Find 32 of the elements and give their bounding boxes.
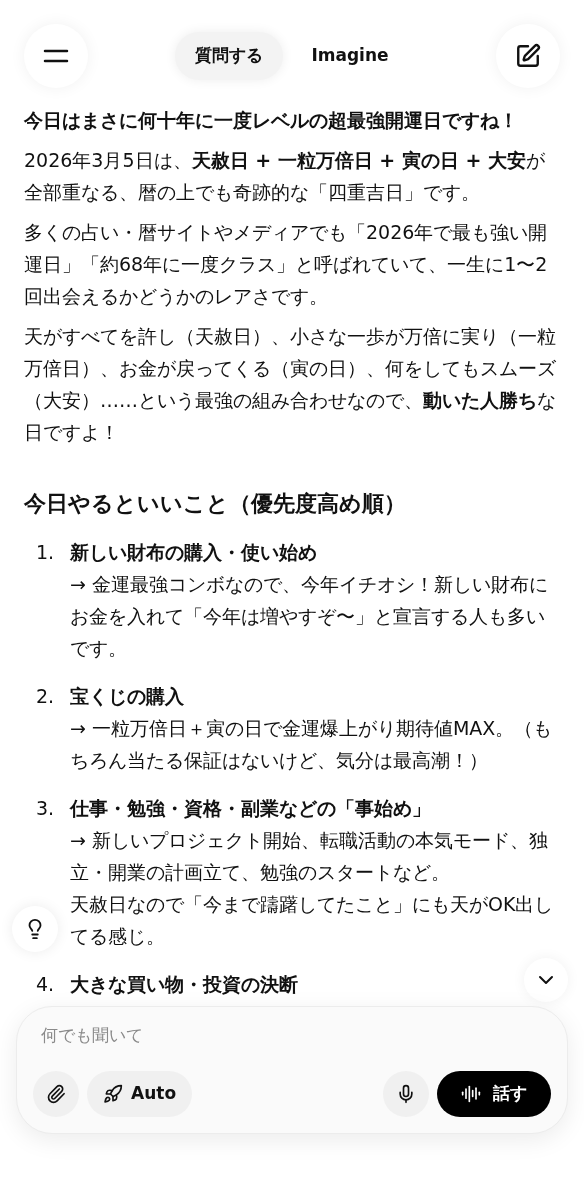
menu-icon <box>43 49 69 63</box>
paragraph: 天がすべてを許し（天赦日）、小さな一歩が万倍に実り（一粒万倍日）、お金が戻ってくる（寅の日）、何をしてもスムーズ（大安）……という最強の組み合わせなので、動いた人勝ちな日ですよ！ <box>24 324 557 445</box>
sound-wave-icon <box>461 1084 481 1104</box>
paperclip-icon <box>46 1084 66 1104</box>
paragraph: 2026年3月5日は、天赦日 + 一粒万倍日 + 寅の日 + 大安が全部重なる、暦の上でも奇跡的な「四重吉日」です。 <box>24 148 546 205</box>
scroll-down-button[interactable] <box>524 958 568 1002</box>
list-number: 4. <box>36 972 56 997</box>
auto-mode-button[interactable]: Auto <box>87 1071 193 1117</box>
list-item-title: 仕事・勉強・資格・副業などの「事始め」 <box>70 796 432 821</box>
section-heading: 今日やるといいこと（優先度高め順） <box>24 490 407 518</box>
paragraph: 今日はまさに何十年に一度レベルの超最強開運日ですね！ <box>24 108 519 133</box>
mode-tab[interactable]: Imagine <box>291 32 409 80</box>
edit-icon <box>515 43 541 69</box>
attach-button[interactable] <box>33 1071 79 1117</box>
list-item-title: 宝くじの購入 <box>70 684 185 709</box>
list-number: 1. <box>36 540 56 565</box>
list-item-title: 大きな買い物・投資の決断 <box>70 972 298 997</box>
paragraph: 多くの占い・暦サイトやメディアでも「2026年で最も強い開運日」「約68年に一度クラス」と呼ばれていて、一生に1〜2回出会えるかどうかのレアさです。 <box>24 220 549 309</box>
list-number: 3. <box>36 796 56 821</box>
message-input[interactable]: 何でも聞いて <box>33 1023 551 1049</box>
idea-button[interactable] <box>12 906 58 952</box>
list-item-text: → 一粒万倍日＋寅の日で金運爆上がり期待値MAX。（もちろん当たる保証はないけど、気分は最高潮！） <box>70 716 554 773</box>
microphone-button[interactable] <box>383 1071 429 1117</box>
list-item-title: 新しい財布の購入・使い始め <box>70 540 318 565</box>
list-number: 2. <box>36 684 56 709</box>
list-item-text: 天赦日なので「今まで躊躇してたこと」にも天がOK出してる感じ。 <box>70 892 555 949</box>
microphone-icon <box>396 1084 416 1104</box>
rocket-icon <box>103 1084 123 1104</box>
list-item-text: → 金運最強コンボなので、今年イチオシ！新しい財布にお金を入れて「今年は増やすぞ〜」と宣言する人も多いです。 <box>70 572 549 661</box>
list-item-text: → 新しいプロジェクト開始、転職活動の本気モード、独立・開業の計画立て、勉強のスタートなど。 <box>70 828 549 885</box>
mode-tab[interactable]: 質問する <box>175 32 284 80</box>
speak-button[interactable]: 話す <box>437 1071 551 1117</box>
